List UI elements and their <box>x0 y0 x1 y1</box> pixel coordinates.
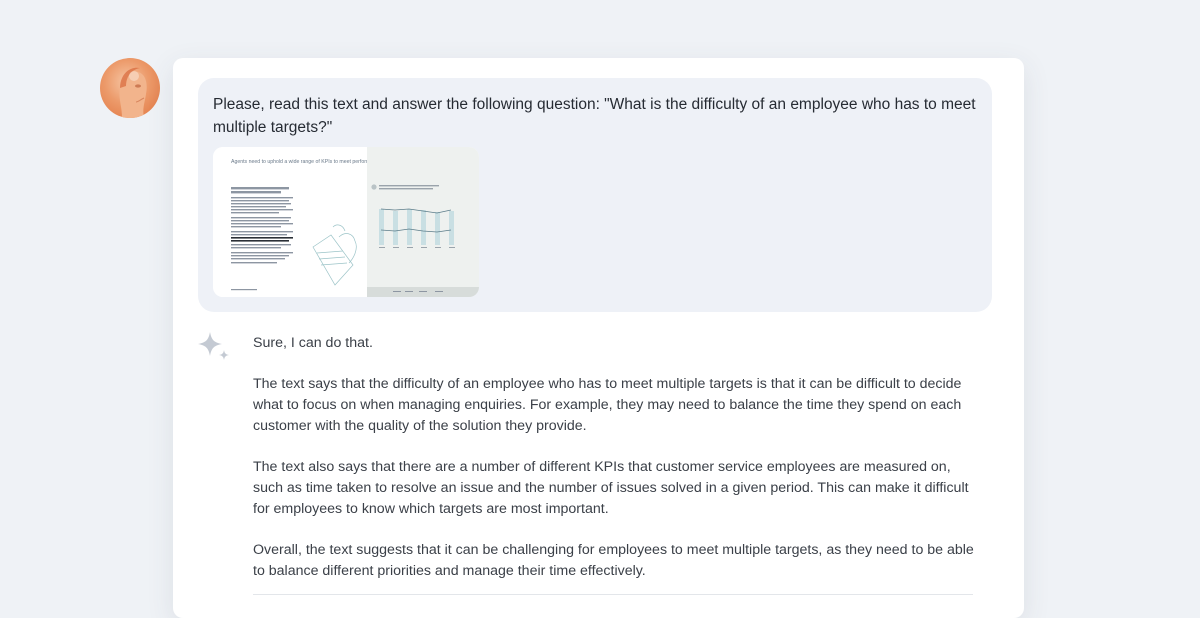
user-avatar <box>100 58 160 118</box>
response-paragraph: Sure, I can do that. <box>253 335 373 351</box>
assistant-response: Sure, I can do that. The text says that … <box>253 333 983 602</box>
response-paragraph: The text also says that there are a numb… <box>253 459 969 517</box>
user-prompt-text: Please, read this text and answer the fo… <box>213 96 976 136</box>
sparkle-icon <box>196 330 232 366</box>
divider <box>253 594 973 595</box>
document-thumbnail: Agents need to uphold a wide range of KP… <box>213 147 479 297</box>
response-paragraph: Overall, the text suggests that it can b… <box>253 542 974 579</box>
response-paragraph: The text says that the difficulty of an … <box>253 376 962 434</box>
avatar-portrait <box>119 67 147 118</box>
chat-card: Please, read this text and answer the fo… <box>173 58 1024 618</box>
user-prompt-bubble: Please, read this text and answer the fo… <box>198 78 992 312</box>
attached-document-image[interactable]: Agents need to uphold a wide range of KP… <box>213 147 479 297</box>
